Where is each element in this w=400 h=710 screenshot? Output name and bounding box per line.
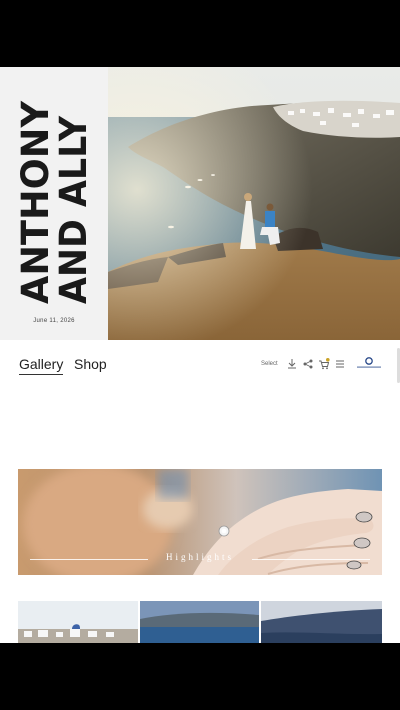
- top-letterbox: [0, 0, 400, 67]
- bottom-letterbox: [0, 643, 400, 710]
- hero-cover-photo[interactable]: [108, 67, 400, 340]
- gallery-thumbnail[interactable]: [18, 601, 138, 643]
- cart-icon[interactable]: [318, 358, 330, 370]
- studio-logo[interactable]: [354, 356, 384, 370]
- cart-badge: [326, 358, 330, 362]
- share-icon[interactable]: [302, 358, 314, 370]
- gallery-thumbnail[interactable]: [140, 601, 259, 643]
- gallery-thumbnail[interactable]: [261, 601, 382, 643]
- gallery-nav-bar: Gallery Shop Select: [0, 340, 400, 390]
- highlights-label: Highlights: [165, 552, 234, 562]
- thumbnail-photo: [261, 601, 382, 643]
- download-icon[interactable]: [286, 358, 298, 370]
- tab-gallery[interactable]: Gallery: [19, 356, 64, 375]
- select-button[interactable]: Select: [261, 361, 278, 367]
- thumbnail-photo: [18, 601, 138, 643]
- hero-title-line1: ANTHONY: [16, 100, 57, 304]
- hero-date: June 11, 2026: [33, 318, 75, 324]
- hero-title-line2: AND ALLY: [52, 115, 92, 304]
- hero-title: ANTHONY AND ALLY: [16, 100, 92, 304]
- menu-icon[interactable]: [334, 358, 346, 370]
- gallery-page: ANTHONY AND ALLY June 11, 2026 Gallery S…: [0, 67, 400, 643]
- highlights-album-cover[interactable]: Highlights: [18, 469, 382, 575]
- hero-title-panel: ANTHONY AND ALLY June 11, 2026: [0, 67, 108, 340]
- tab-shop[interactable]: Shop: [74, 356, 107, 372]
- thumbnail-photo: [140, 601, 259, 643]
